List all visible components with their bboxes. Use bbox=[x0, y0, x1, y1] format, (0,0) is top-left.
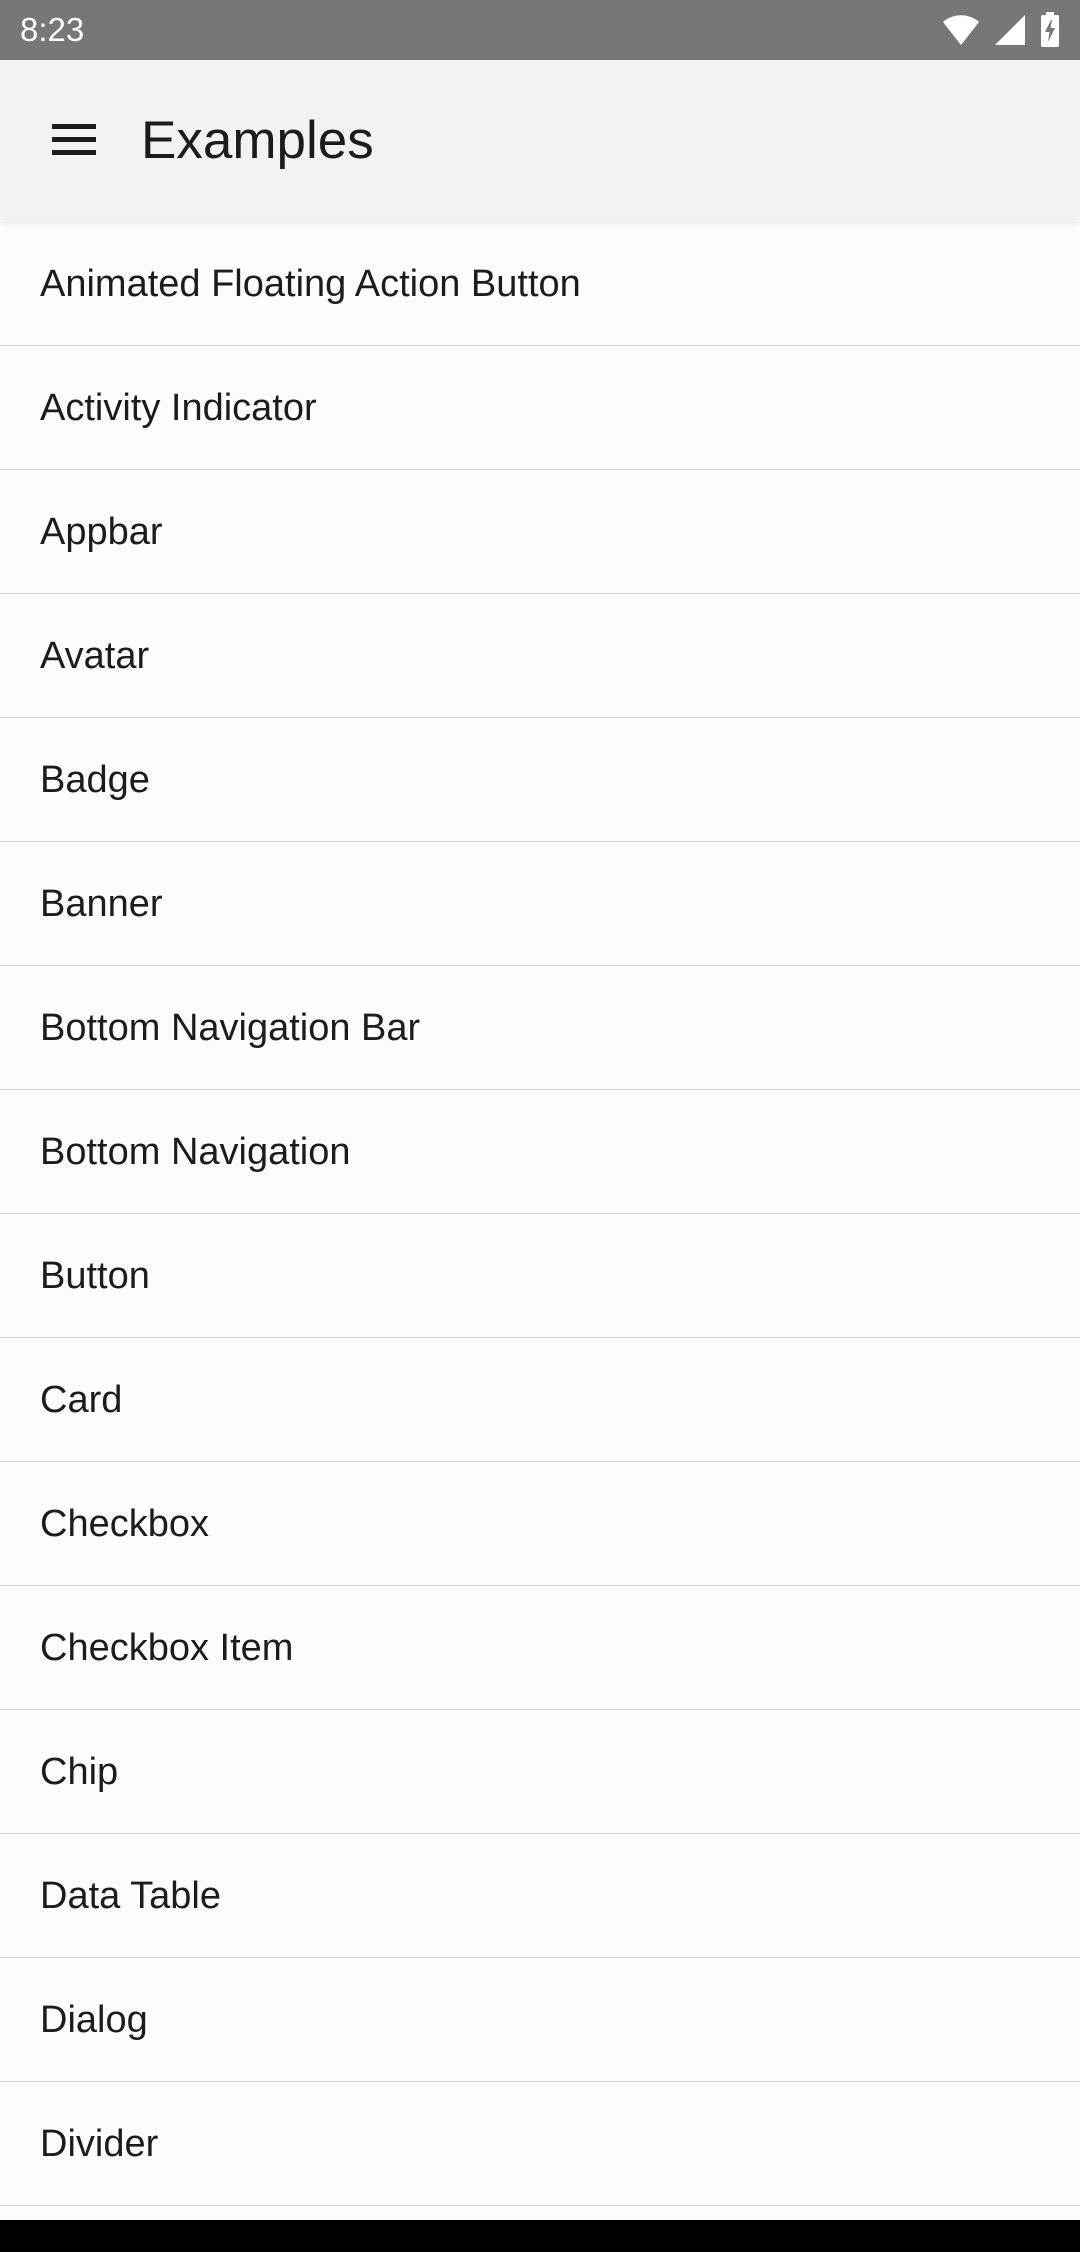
list-item-label: Checkbox Item bbox=[40, 1627, 294, 1669]
list-item-checkbox-item[interactable]: Checkbox Item bbox=[0, 1586, 1080, 1710]
list-item-label: Banner bbox=[40, 883, 163, 925]
status-icons bbox=[942, 12, 1060, 48]
list-item-label: Divider bbox=[40, 2123, 159, 2165]
page-title: Examples bbox=[141, 111, 374, 170]
list-item-dialog[interactable]: Dialog bbox=[0, 1958, 1080, 2082]
status-bar: 8:23 bbox=[0, 0, 1080, 60]
list-item-label: Chip bbox=[40, 1751, 119, 1793]
list-item-label: Badge bbox=[40, 759, 150, 801]
wifi-icon bbox=[942, 14, 980, 46]
app-bar: Examples bbox=[0, 60, 1080, 222]
list-item-label: Data Table bbox=[40, 1875, 221, 1917]
system-navigation-bar bbox=[0, 2220, 1080, 2252]
list-item-label: Appbar bbox=[40, 511, 163, 553]
list-item-badge[interactable]: Badge bbox=[0, 718, 1080, 842]
list-item-label: Avatar bbox=[40, 635, 150, 677]
list-item-card[interactable]: Card bbox=[0, 1338, 1080, 1462]
list-item-activity-indicator[interactable]: Activity Indicator bbox=[0, 346, 1080, 470]
list-item-chip[interactable]: Chip bbox=[0, 1710, 1080, 1834]
list-item-label: Bottom Navigation Bar bbox=[40, 1007, 421, 1049]
list-item-label: Card bbox=[40, 1379, 123, 1421]
list-item-button[interactable]: Button bbox=[0, 1214, 1080, 1338]
list-item-label: Dialog bbox=[40, 1999, 148, 2041]
list-item-bottom-navigation[interactable]: Bottom Navigation bbox=[0, 1090, 1080, 1214]
list-item-avatar[interactable]: Avatar bbox=[0, 594, 1080, 718]
list-item-label: Bottom Navigation bbox=[40, 1131, 351, 1173]
examples-list: Animated Floating Action Button Activity… bbox=[0, 222, 1080, 2206]
list-item-data-table[interactable]: Data Table bbox=[0, 1834, 1080, 1958]
list-item-label: Checkbox bbox=[40, 1503, 209, 1545]
screen: 8:23 Examples Animated Floating Action B… bbox=[0, 0, 1080, 2252]
list-item-bottom-navigation-bar[interactable]: Bottom Navigation Bar bbox=[0, 966, 1080, 1090]
status-time: 8:23 bbox=[20, 11, 85, 48]
signal-icon bbox=[994, 14, 1026, 46]
list-item-label: Activity Indicator bbox=[40, 387, 317, 429]
battery-icon bbox=[1040, 12, 1060, 48]
list-item-animated-floating-action-button[interactable]: Animated Floating Action Button bbox=[0, 222, 1080, 346]
list-item-checkbox[interactable]: Checkbox bbox=[0, 1462, 1080, 1586]
list-item-divider[interactable]: Divider bbox=[0, 2082, 1080, 2206]
list-item-label: Button bbox=[40, 1255, 150, 1297]
menu-button[interactable] bbox=[34, 101, 114, 181]
list-item-label: Animated Floating Action Button bbox=[40, 263, 581, 305]
list-item-appbar[interactable]: Appbar bbox=[0, 470, 1080, 594]
menu-icon bbox=[50, 121, 98, 162]
list-item-banner[interactable]: Banner bbox=[0, 842, 1080, 966]
